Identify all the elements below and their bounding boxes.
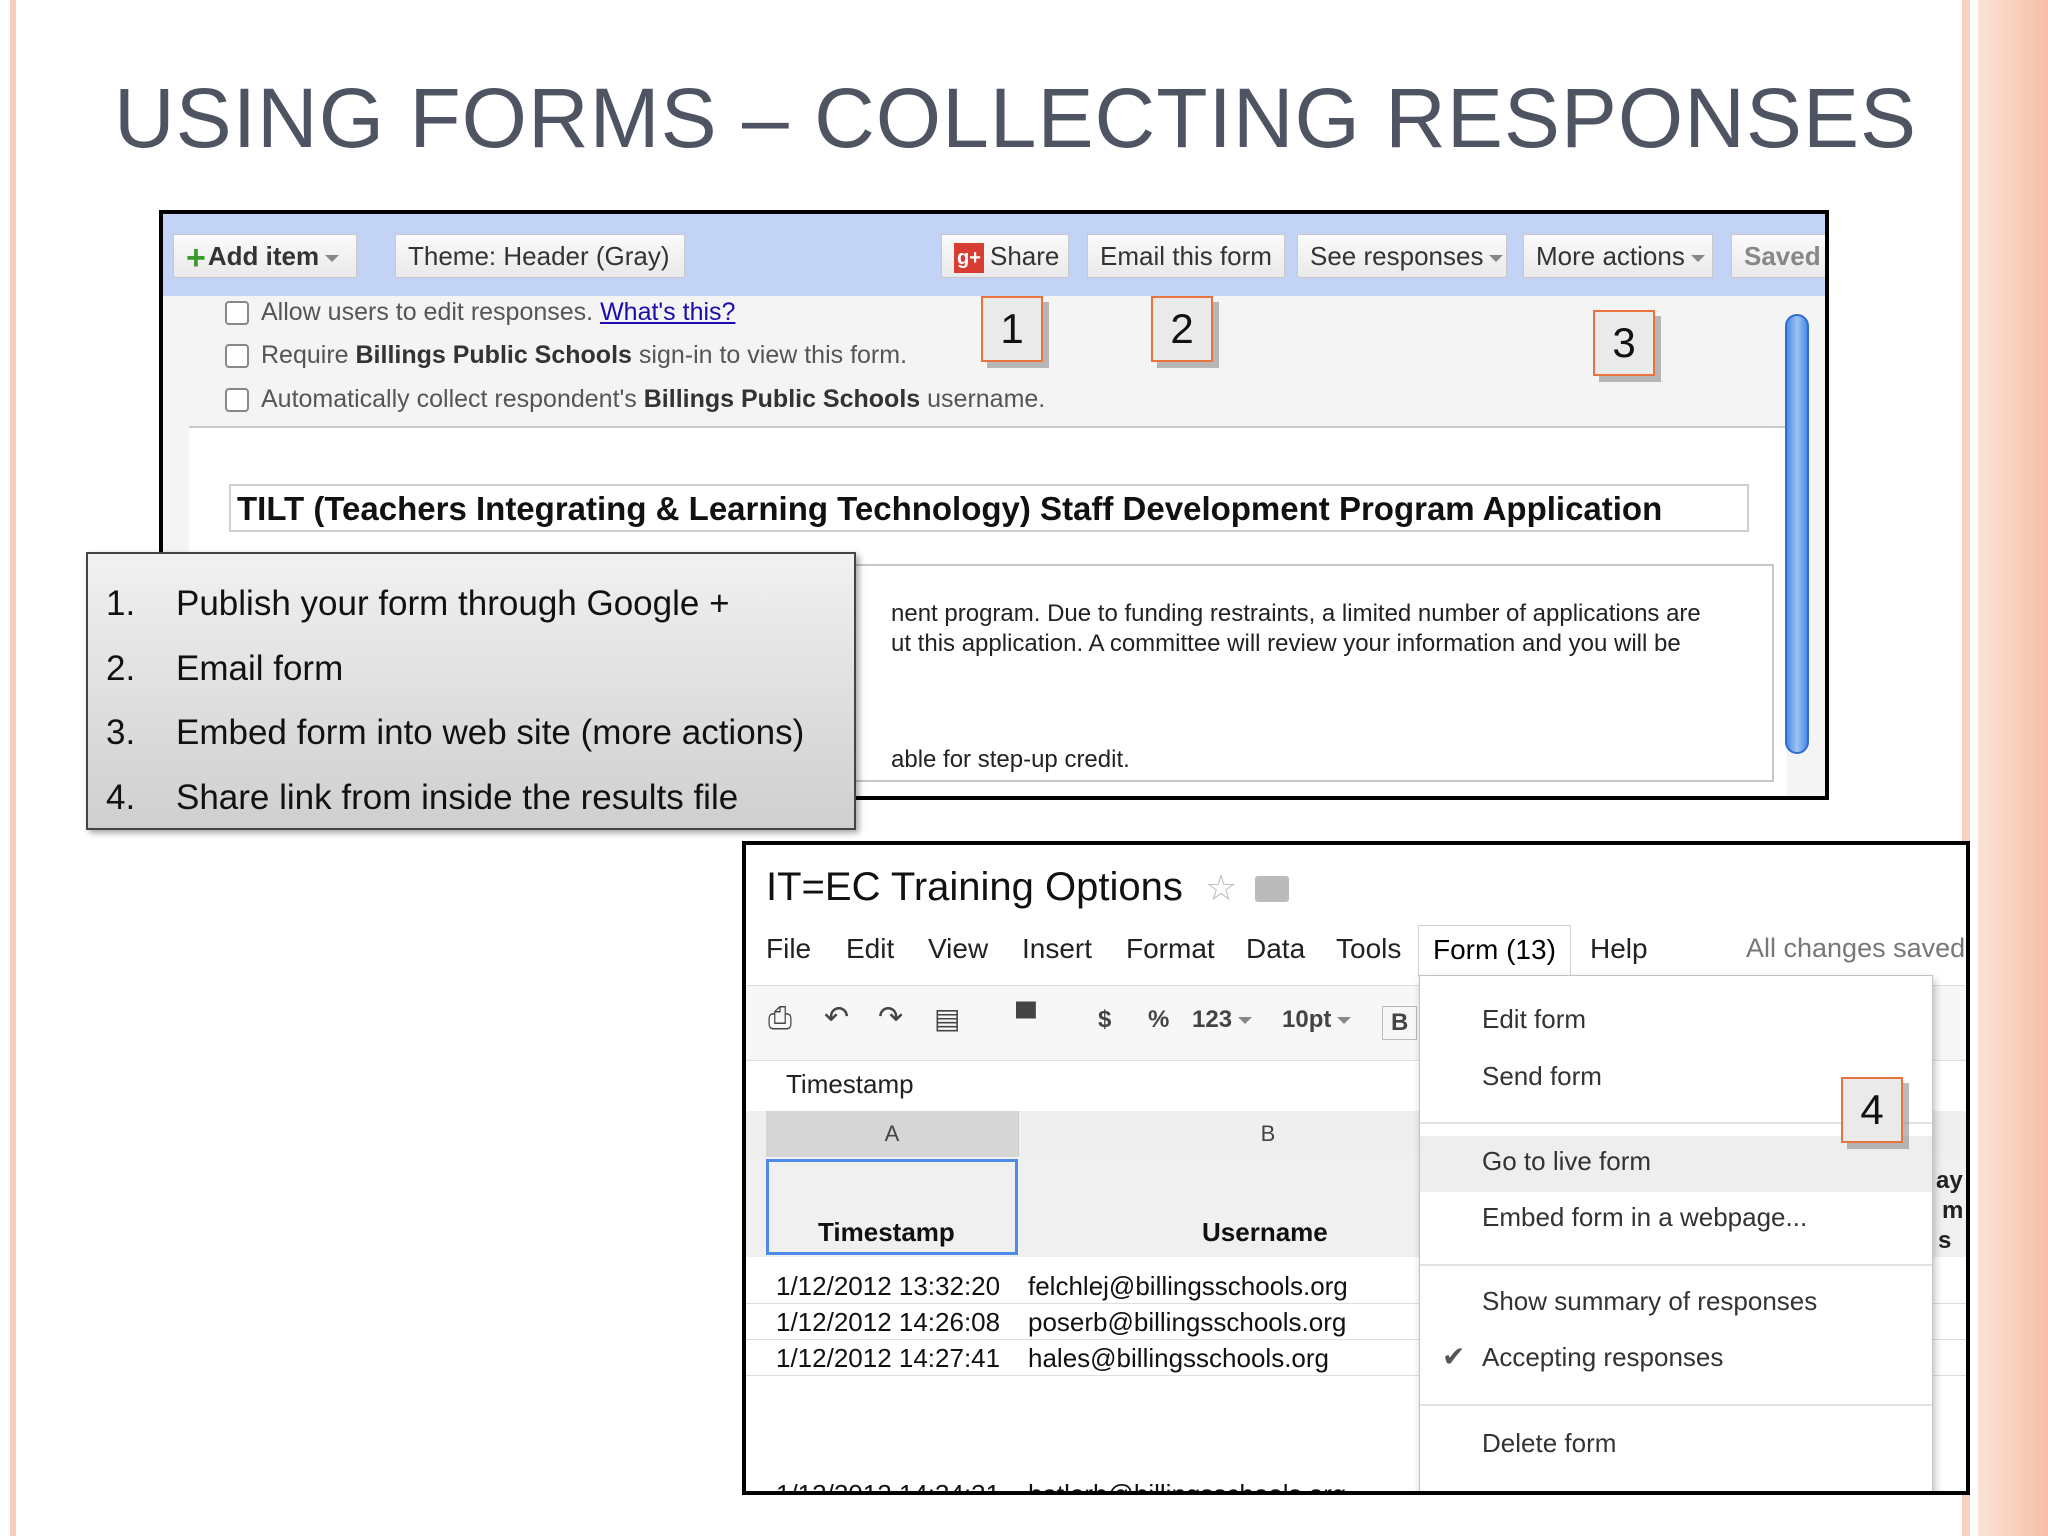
paint-format-icon[interactable]: ▀: [1016, 1002, 1036, 1034]
font-size-select[interactable]: 10pt: [1282, 1006, 1352, 1034]
description-line: able for step-up credit.: [891, 746, 1130, 773]
menu-divider: [1420, 1264, 1932, 1266]
callout-1: 1: [981, 296, 1043, 362]
chevron-down-icon: [1690, 254, 1705, 262]
description-line: ut this application. A committee will re…: [891, 630, 1681, 657]
partial-header: ay: [1936, 1167, 1963, 1194]
option-require-signin[interactable]: Require Billings Public Schools sign-in …: [225, 341, 907, 370]
menu-item-embed[interactable]: Embed form in a webpage...: [1482, 1202, 1807, 1233]
steps-list: 1. Publish your form through Google + 2. E…: [86, 552, 856, 830]
menu-file[interactable]: File: [766, 933, 811, 965]
spreadsheet-screenshot: IT=EC Training Options ☆ File Edit View I…: [742, 841, 1970, 1495]
menu-edit[interactable]: Edit: [846, 933, 894, 965]
paste-icon[interactable]: ▤: [934, 1002, 960, 1035]
menu-divider: [1420, 1404, 1932, 1406]
check-icon: ✔: [1442, 1341, 1466, 1372]
header-username[interactable]: Username: [1202, 1217, 1328, 1248]
option-allow-edit[interactable]: Allow users to edit responses. What's th…: [225, 298, 735, 327]
formula-value: Timestamp: [786, 1069, 914, 1099]
more-actions-button[interactable]: More actions: [1523, 234, 1713, 278]
callout-2: 2: [1151, 296, 1213, 362]
list-item: 2. Email form: [106, 649, 344, 688]
print-icon[interactable]: ⎙: [768, 1002, 792, 1036]
checkbox[interactable]: [225, 388, 249, 413]
form-menu-dropdown: Edit form Send form Go to live form Embe…: [1419, 975, 1933, 1491]
menu-insert[interactable]: Insert: [1022, 933, 1092, 965]
partial-header: s: [1938, 1227, 1952, 1254]
spreadsheet-title: IT=EC Training Options ☆: [766, 865, 1290, 910]
chevron-down-icon: [1489, 254, 1504, 262]
menu-form[interactable]: Form (13): [1418, 925, 1571, 977]
callout-4: 4: [1841, 1077, 1903, 1143]
list-item: 3. Embed form into web site (more actions…: [106, 713, 805, 752]
column-header-a[interactable]: A: [766, 1111, 1019, 1157]
chevron-down-icon: [1238, 1017, 1253, 1025]
scrollbar[interactable]: [1785, 314, 1809, 754]
option-collect-username[interactable]: Automatically collect respondent's Billi…: [225, 385, 1045, 414]
menu-format[interactable]: Format: [1126, 933, 1215, 965]
saved-indicator: Saved: [1731, 234, 1825, 278]
selected-cell[interactable]: [766, 1159, 1018, 1255]
menu-item-summary[interactable]: Show summary of responses: [1482, 1286, 1817, 1317]
list-item: 1. Publish your form through Google +: [106, 584, 730, 623]
description-line: nent program. Due to funding restraints,…: [891, 600, 1701, 627]
menu-item-accepting[interactable]: Accepting responses: [1482, 1342, 1723, 1373]
checkbox[interactable]: [225, 301, 249, 326]
folder-icon[interactable]: [1255, 876, 1290, 903]
partial-header: m: [1942, 1197, 1964, 1224]
form-title-input[interactable]: TILT (Teachers Integrating & Learning Te…: [229, 484, 1749, 532]
menu-tools[interactable]: Tools: [1336, 933, 1401, 965]
redo-icon[interactable]: ↷: [878, 1000, 903, 1035]
add-item-button[interactable]: +Add item: [173, 234, 357, 278]
chevron-down-icon: [325, 254, 340, 262]
google-plus-icon: g+: [954, 243, 984, 274]
menu-item-go-live[interactable]: Go to live form: [1482, 1146, 1651, 1177]
menu-bar: File Edit View Insert Format Data Tools …: [746, 925, 1966, 977]
currency-button[interactable]: $: [1098, 1006, 1111, 1034]
menu-help[interactable]: Help: [1590, 933, 1648, 965]
left-stripe: [10, 0, 16, 1536]
slide-title: USING FORMS – COLLECTING RESPONSES: [114, 71, 1918, 165]
list-item: 4. Share link from inside the results fil…: [106, 778, 739, 817]
share-button[interactable]: g+ Share: [941, 234, 1069, 278]
see-responses-button[interactable]: See responses: [1297, 234, 1507, 278]
star-icon[interactable]: ☆: [1205, 867, 1237, 908]
save-status: All changes saved: [1746, 933, 1966, 963]
menu-item-delete[interactable]: Delete form: [1482, 1428, 1616, 1459]
plus-icon: +: [186, 239, 206, 278]
number-format-button[interactable]: 123: [1192, 1006, 1253, 1034]
percent-button[interactable]: %: [1148, 1006, 1169, 1034]
bold-button[interactable]: B: [1382, 1006, 1418, 1040]
checkbox[interactable]: [225, 344, 249, 369]
email-form-button[interactable]: Email this form: [1087, 234, 1285, 278]
undo-icon[interactable]: ↶: [824, 1000, 849, 1035]
callout-3: 3: [1593, 310, 1655, 376]
form-editor-toolbar: +Add item Theme: Header (Gray) g+ Share E…: [163, 214, 1825, 296]
chevron-down-icon: [1337, 1017, 1352, 1025]
theme-button[interactable]: Theme: Header (Gray): [395, 234, 685, 278]
menu-item-edit-form[interactable]: Edit form: [1482, 1004, 1586, 1035]
right-stripe-2: [1978, 0, 2048, 1536]
menu-data[interactable]: Data: [1246, 933, 1305, 965]
menu-item-send-form[interactable]: Send form: [1482, 1061, 1602, 1092]
menu-view[interactable]: View: [928, 933, 988, 965]
whats-this-link[interactable]: What's this?: [600, 298, 735, 326]
